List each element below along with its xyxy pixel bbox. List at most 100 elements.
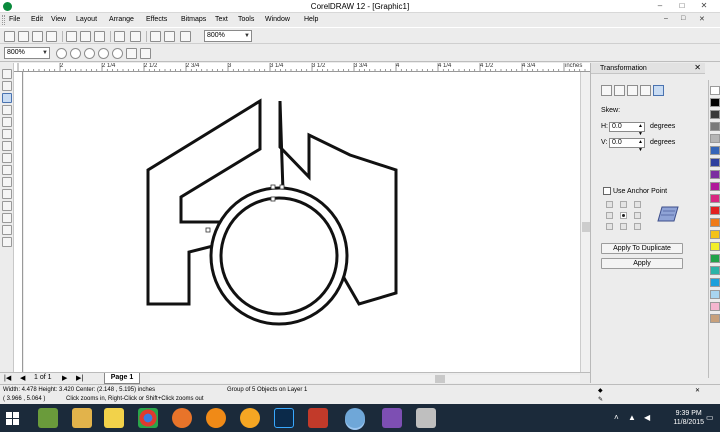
blender-icon[interactable]: [206, 408, 226, 428]
volume-icon[interactable]: ◀: [644, 413, 650, 422]
shape-tool-icon[interactable]: [2, 81, 12, 91]
menu-effects[interactable]: Effects: [146, 16, 167, 23]
color-swatch[interactable]: [710, 122, 720, 131]
outline-indicator-icon[interactable]: ✎: [598, 396, 603, 403]
color-swatch[interactable]: [710, 110, 720, 119]
fill-tool-icon[interactable]: [2, 225, 12, 235]
color-swatch[interactable]: [710, 278, 720, 287]
zoom-tool-icon[interactable]: [2, 93, 12, 103]
undo-icon[interactable]: [114, 31, 125, 42]
pick-tool-icon[interactable]: [2, 69, 12, 79]
skew-v-input[interactable]: 0.0 ▲ ▼: [609, 138, 645, 153]
apply-to-duplicate-button[interactable]: Apply To Duplicate: [601, 243, 683, 254]
menu-tools[interactable]: Tools: [238, 16, 254, 23]
scroll-thumb[interactable]: [582, 222, 590, 232]
app-icon[interactable]: [416, 408, 436, 428]
maximize-button[interactable]: □: [675, 1, 689, 12]
photoshop-icon[interactable]: [274, 408, 294, 428]
import-icon[interactable]: [150, 31, 161, 42]
anchor-bottom-right[interactable]: [634, 223, 641, 230]
spinner-icon[interactable]: ▲ ▼: [638, 122, 643, 138]
new-document-icon[interactable]: [4, 31, 15, 42]
network-icon[interactable]: ▲: [628, 413, 636, 422]
open-icon[interactable]: [18, 31, 29, 42]
color-swatch[interactable]: [710, 242, 720, 251]
cut-icon[interactable]: [66, 31, 77, 42]
anchor-top-left[interactable]: [606, 201, 613, 208]
zoom-all-objects-icon[interactable]: [98, 48, 109, 59]
outline-tool-icon[interactable]: [2, 213, 12, 223]
scroll-thumb[interactable]: [435, 375, 445, 383]
fill-indicator-icon[interactable]: ◆: [598, 387, 603, 394]
first-page-button[interactable]: |◀: [4, 374, 11, 382]
rotate-icon[interactable]: [614, 85, 625, 96]
add-page-button[interactable]: ▶|: [76, 374, 83, 382]
menu-arrange[interactable]: Arrange: [109, 16, 134, 23]
smart-fill-tool-icon[interactable]: [2, 117, 12, 127]
menu-text[interactable]: Text: [215, 16, 228, 23]
menu-help[interactable]: Help: [304, 16, 318, 23]
zoom-level-select[interactable]: 800% ▼: [204, 30, 252, 42]
zoom-selected-icon[interactable]: [84, 48, 95, 59]
color-swatch[interactable]: [710, 302, 720, 311]
color-swatch[interactable]: [710, 218, 720, 227]
coreldraw-taskbar-icon[interactable]: [345, 408, 365, 428]
vertical-ruler[interactable]: [14, 72, 23, 372]
size-icon[interactable]: [640, 85, 651, 96]
anchor-top-center[interactable]: [620, 201, 627, 208]
ellipse-tool-icon[interactable]: [2, 141, 12, 151]
vertical-scrollbar[interactable]: [580, 72, 590, 372]
close-icon[interactable]: ✕: [694, 63, 701, 72]
prev-page-button[interactable]: ◀: [20, 374, 25, 382]
anchor-point-checkbox[interactable]: [603, 187, 611, 195]
text-tool-icon[interactable]: [2, 177, 12, 187]
interactive-blend-tool-icon[interactable]: [2, 189, 12, 199]
fn-logo-drawing[interactable]: [24, 72, 580, 372]
notification-icon[interactable]: ▭: [706, 413, 714, 422]
next-page-button[interactable]: ▶: [62, 374, 67, 382]
app-icon[interactable]: [308, 408, 328, 428]
tray-chevron-icon[interactable]: ˄: [614, 413, 619, 422]
zoom-page-icon[interactable]: [112, 48, 123, 59]
anchor-bottom-center[interactable]: [620, 223, 627, 230]
copy-icon[interactable]: [80, 31, 91, 42]
print-icon[interactable]: [46, 31, 57, 42]
zoom-page-height-icon[interactable]: [140, 48, 151, 59]
color-swatch[interactable]: [710, 146, 720, 155]
color-swatch[interactable]: [710, 194, 720, 203]
doc-close-button[interactable]: ✕: [699, 15, 705, 23]
menu-layout[interactable]: Layout: [76, 16, 97, 23]
rectangle-tool-icon[interactable]: [2, 129, 12, 139]
minecraft-app-icon[interactable]: [38, 408, 58, 428]
kodi-icon[interactable]: [240, 408, 260, 428]
color-swatch[interactable]: [710, 98, 720, 107]
skew-h-input[interactable]: 0.0 ▲ ▼: [609, 122, 645, 137]
spinner-icon[interactable]: ▲ ▼: [638, 138, 643, 154]
system-clock[interactable]: 9:39 PM 11/8/2015: [673, 409, 704, 427]
eyedropper-tool-icon[interactable]: [2, 201, 12, 211]
menu-bitmaps[interactable]: Bitmaps: [181, 16, 206, 23]
horizontal-scrollbar[interactable]: [150, 375, 580, 383]
chrome-icon[interactable]: [138, 408, 158, 428]
color-swatch[interactable]: [710, 314, 720, 323]
anchor-center[interactable]: [620, 212, 627, 219]
firefox-icon[interactable]: [172, 408, 192, 428]
anchor-bottom-left[interactable]: [606, 223, 613, 230]
color-swatch[interactable]: [710, 230, 720, 239]
freehand-tool-icon[interactable]: [2, 105, 12, 115]
color-swatch[interactable]: [710, 134, 720, 143]
anchor-middle-right[interactable]: [634, 212, 641, 219]
minimize-button[interactable]: –: [653, 1, 667, 12]
zoom-in-icon[interactable]: [56, 48, 67, 59]
doc-restore-button[interactable]: □: [681, 15, 685, 22]
scale-icon[interactable]: [627, 85, 638, 96]
app-icon[interactable]: [382, 408, 402, 428]
redo-icon[interactable]: [130, 31, 141, 42]
doc-minimize-button[interactable]: –: [664, 15, 668, 22]
menu-window[interactable]: Window: [265, 16, 290, 23]
color-swatch[interactable]: [710, 158, 720, 167]
color-swatch[interactable]: [710, 170, 720, 179]
folder-icon[interactable]: [104, 408, 124, 428]
zoom-page-width-icon[interactable]: [126, 48, 137, 59]
menu-edit[interactable]: Edit: [31, 16, 43, 23]
